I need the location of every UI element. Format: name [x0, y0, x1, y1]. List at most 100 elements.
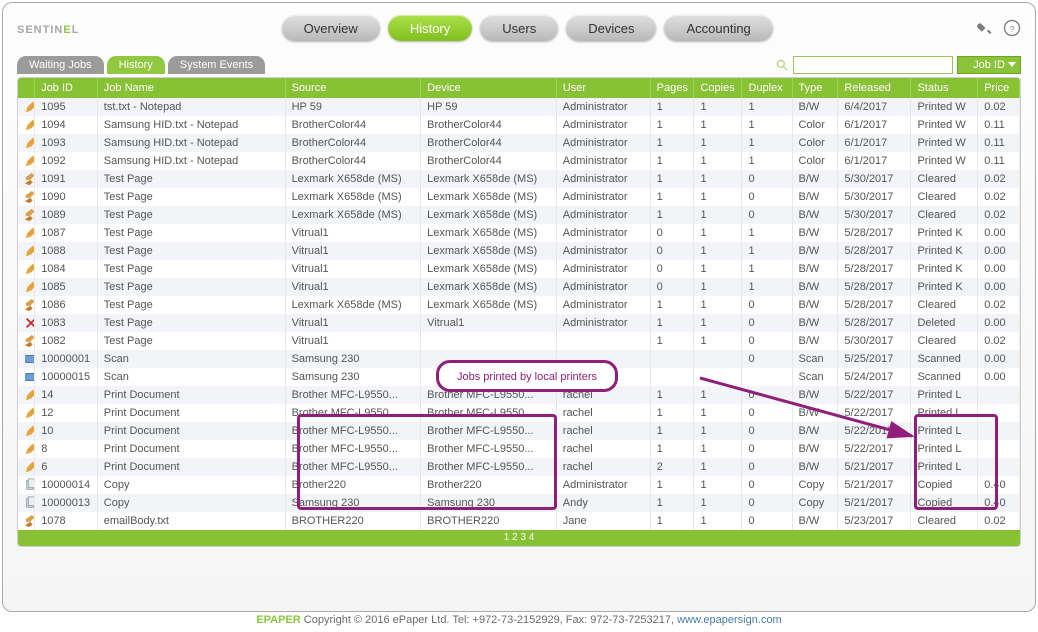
table-row[interactable]: 1085Test PageVitrual1Lexmark X658de (MS)… [18, 278, 1020, 296]
table-row[interactable]: 1087Test PageVitrual1Lexmark X658de (MS)… [18, 224, 1020, 242]
table-row[interactable]: 1084Test PageVitrual1Lexmark X658de (MS)… [18, 260, 1020, 278]
cell: Brother MFC-L9550... [285, 404, 421, 422]
cell: 0 [742, 458, 792, 476]
table-row[interactable]: 1089Test PageLexmark X658de (MS)Lexmark … [18, 206, 1020, 224]
cell: Administrator [556, 206, 650, 224]
table-row[interactable]: 10000001ScanSamsung 2300Scan5/25/2017Sca… [18, 350, 1020, 368]
table-row[interactable]: 1088Test PageVitrual1Lexmark X658de (MS)… [18, 242, 1020, 260]
col-header[interactable]: User [556, 78, 650, 98]
table-row[interactable]: 10000013CopySamsung 230Samsung 230Andy11… [18, 494, 1020, 512]
tab-waiting-jobs[interactable]: Waiting Jobs [17, 56, 104, 74]
cell: 0 [742, 404, 792, 422]
col-header[interactable]: Type [792, 78, 838, 98]
nav-devices[interactable]: Devices [566, 15, 656, 41]
cell: 1 [694, 296, 742, 314]
tab-history[interactable]: History [107, 56, 165, 74]
table-row[interactable]: 1092Samsung HID.txt - NotepadBrotherColo… [18, 152, 1020, 170]
cell: 1 [694, 98, 742, 116]
col-header[interactable]: Price [978, 78, 1020, 98]
cell: B/W [792, 206, 838, 224]
cell: Scan [792, 350, 838, 368]
search-icon[interactable] [775, 58, 789, 72]
table-row[interactable]: 10000015ScanSamsung 230Scan5/24/2017Scan… [18, 368, 1020, 386]
cell: B/W [792, 386, 838, 404]
nav-history[interactable]: History [388, 15, 472, 41]
cell: 1 [742, 260, 792, 278]
cell: 1 [742, 242, 792, 260]
row-icon [18, 368, 35, 386]
nav-accounting[interactable]: Accounting [664, 15, 772, 41]
col-header[interactable]: Copies [694, 78, 742, 98]
tab-system-events[interactable]: System Events [168, 56, 265, 74]
cell: 0 [742, 512, 792, 530]
cell: 0 [742, 332, 792, 350]
cell [978, 458, 1020, 476]
table-row[interactable]: 10000014CopyBrother220Brother220Administ… [18, 476, 1020, 494]
search-input[interactable] [793, 56, 953, 74]
cell: 1091 [35, 170, 98, 188]
cell: 1 [742, 152, 792, 170]
col-header[interactable]: Job ID [35, 78, 98, 98]
nav-users[interactable]: Users [480, 15, 558, 41]
col-header[interactable]: Pages [650, 78, 694, 98]
nav-overview[interactable]: Overview [282, 15, 380, 41]
cell: 0.11 [978, 152, 1020, 170]
cell: 1 [694, 476, 742, 494]
cell: Test Page [97, 296, 285, 314]
cell: 1092 [35, 152, 98, 170]
cell: Scan [97, 368, 285, 386]
col-header[interactable]: Source [285, 78, 421, 98]
help-icon[interactable]: ? [1003, 19, 1021, 37]
pager[interactable]: 1 2 3 4 [18, 530, 1020, 546]
broom-icon [24, 172, 35, 186]
cell: Scanned [911, 350, 978, 368]
cell: Lexmark X658de (MS) [285, 188, 421, 206]
table-row[interactable]: 12Print DocumentBrother MFC-L9550...Brot… [18, 404, 1020, 422]
search-field-dropdown[interactable]: Job ID [957, 56, 1021, 74]
col-header[interactable]: Released [838, 78, 911, 98]
cell [694, 368, 742, 386]
table-row[interactable]: 1095tst.txt - NotepadHP 59HP 59Administr… [18, 98, 1020, 116]
table-row[interactable]: 6Print DocumentBrother MFC-L9550...Broth… [18, 458, 1020, 476]
pencil-icon [24, 424, 35, 438]
cell: 1 [694, 242, 742, 260]
cell: Lexmark X658de (MS) [421, 170, 557, 188]
col-header[interactable] [18, 78, 35, 98]
col-header[interactable]: Job Name [97, 78, 285, 98]
cell: 5/30/2017 [838, 188, 911, 206]
cell: Lexmark X658de (MS) [285, 170, 421, 188]
table-row[interactable]: 1086Test PageLexmark X658de (MS)Lexmark … [18, 296, 1020, 314]
top-bar: SENTINEL OverviewHistoryUsersDevicesAcco… [3, 3, 1035, 53]
table-row[interactable]: 1091Test PageLexmark X658de (MS)Lexmark … [18, 170, 1020, 188]
cell: Deleted [911, 314, 978, 332]
table-row[interactable]: 1090Test PageLexmark X658de (MS)Lexmark … [18, 188, 1020, 206]
cell: 6 [35, 458, 98, 476]
table-row[interactable]: 14Print DocumentBrother MFC-L9550...Brot… [18, 386, 1020, 404]
footer-link[interactable]: www.epapersign.com [677, 614, 782, 626]
tools-icon[interactable] [975, 19, 993, 37]
table-row[interactable]: 1093Samsung HID.txt - NotepadBrotherColo… [18, 134, 1020, 152]
col-header[interactable]: Duplex [742, 78, 792, 98]
cell: B/W [792, 404, 838, 422]
table-row[interactable]: 1083Test PageVitrual1Vitrual1Administrat… [18, 314, 1020, 332]
table-row[interactable]: 1078emailBody.txtBROTHER220BROTHER220Jan… [18, 512, 1020, 530]
cell: 1094 [35, 116, 98, 134]
table-row[interactable]: 1082Test PageVitrual1110B/W5/30/2017Clea… [18, 332, 1020, 350]
cell: Test Page [97, 188, 285, 206]
cell: Cleared [911, 188, 978, 206]
cell: Administrator [556, 296, 650, 314]
cell: Test Page [97, 332, 285, 350]
cell: Brother MFC-L9550... [285, 386, 421, 404]
col-header[interactable]: Device [421, 78, 557, 98]
cell: B/W [792, 188, 838, 206]
cell: Print Document [97, 404, 285, 422]
cell [978, 386, 1020, 404]
table-row[interactable]: 10Print DocumentBrother MFC-L9550...Brot… [18, 422, 1020, 440]
cell: 1 [650, 440, 694, 458]
cell: 0 [742, 314, 792, 332]
table-row[interactable]: 8Print DocumentBrother MFC-L9550...Broth… [18, 440, 1020, 458]
table-row[interactable]: 1094Samsung HID.txt - NotepadBrotherColo… [18, 116, 1020, 134]
col-header[interactable]: Status [911, 78, 978, 98]
cell: 1093 [35, 134, 98, 152]
cell: 1 [694, 332, 742, 350]
